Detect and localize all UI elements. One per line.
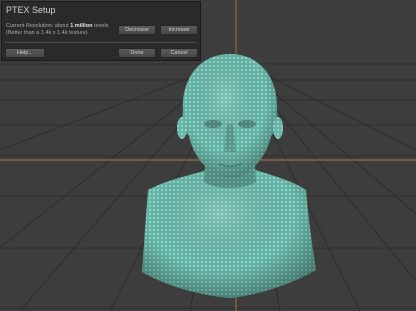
dialog-divider <box>5 42 197 43</box>
cancel-button[interactable]: Cancel <box>160 48 198 58</box>
resolution-suffix: texels <box>92 23 109 29</box>
head-bust-model <box>142 54 316 298</box>
ptex-setup-dialog: PTEX Setup Current Resolution: about 1 m… <box>1 1 201 61</box>
resolution-info: Current Resolution: about 1 million texe… <box>6 23 108 37</box>
help-button[interactable]: Help... <box>5 48 45 58</box>
increase-button[interactable]: Increase <box>160 25 198 35</box>
dialog-title: PTEX Setup <box>6 5 56 15</box>
resolution-note: (Better than a 1.4k x 1.4k texture) <box>6 30 88 36</box>
resolution-prefix: Current Resolution: about <box>6 23 71 29</box>
done-button[interactable]: Done <box>118 48 156 58</box>
resolution-value: 1 million <box>70 23 93 29</box>
decrease-button[interactable]: Decrease <box>118 25 156 35</box>
